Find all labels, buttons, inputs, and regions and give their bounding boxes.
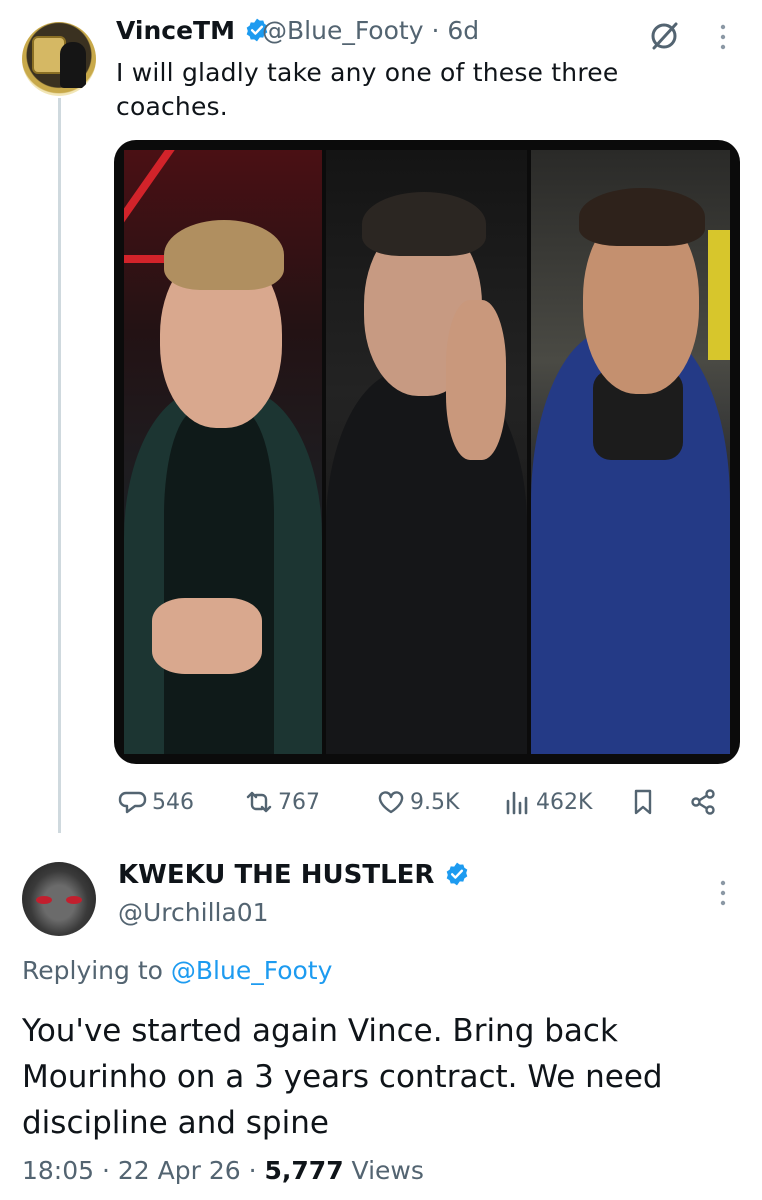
reply-author-name-text: KWEKU THE HUSTLER	[118, 860, 435, 890]
tweet-action-bar: 546 767 9.5K 462K	[114, 784, 740, 820]
reply-button[interactable]: 546	[118, 784, 194, 820]
coach-photo-left	[124, 150, 322, 754]
repost-count: 767	[278, 789, 320, 815]
repost-button[interactable]: 767	[244, 784, 320, 820]
reply-author-handle[interactable]: @Urchilla01	[118, 898, 269, 927]
handle-text: @Blue_Footy	[262, 16, 424, 45]
more-icon[interactable]	[716, 22, 730, 52]
bookmark-icon	[634, 789, 652, 815]
coach-photo-middle	[326, 150, 527, 754]
avatar[interactable]	[22, 862, 96, 936]
share-button[interactable]	[688, 784, 722, 820]
views-icon	[506, 791, 528, 815]
more-icon[interactable]	[716, 878, 730, 908]
like-button[interactable]: 9.5K	[376, 784, 459, 820]
author-handle[interactable]: @Blue_Footy · 6d	[262, 16, 479, 45]
views-button[interactable]: 462K	[502, 784, 592, 820]
bookmark-button[interactable]	[628, 784, 662, 820]
grok-icon[interactable]	[646, 18, 682, 54]
reply-date[interactable]: · 22 Apr 26 ·	[102, 1156, 257, 1185]
reply-meta: 18:05 · 22 Apr 26 · 5,777 Views	[22, 1156, 424, 1185]
replying-prefix: Replying to	[22, 956, 163, 985]
tweet-media-image[interactable]	[114, 140, 740, 764]
reply-time[interactable]: 18:05	[22, 1156, 94, 1185]
eye-left-icon	[36, 896, 52, 904]
reply-views-count: 5,777	[264, 1156, 344, 1185]
reply-author-name[interactable]: KWEKU THE HUSTLER	[118, 860, 470, 890]
reply-views-label: Views	[351, 1156, 424, 1185]
coach-photo-right	[531, 150, 730, 754]
like-count: 9.5K	[410, 789, 460, 815]
author-name-text: VinceTM	[116, 16, 235, 45]
avatar[interactable]	[22, 22, 96, 96]
author-name[interactable]: VinceTM	[116, 16, 270, 45]
person-silhouette-icon	[60, 42, 86, 88]
verified-badge-icon	[446, 862, 467, 886]
replying-to-mention[interactable]: @Blue_Footy	[171, 956, 333, 985]
tweet-time: · 6d	[431, 16, 480, 45]
reply-count: 546	[152, 789, 194, 815]
repost-icon	[246, 791, 272, 813]
eye-right-icon	[66, 896, 82, 904]
reply-icon	[118, 791, 147, 814]
view-count: 462K	[536, 789, 593, 815]
tweet-text: I will gladly take any one of these thre…	[116, 58, 619, 121]
share-icon	[691, 789, 715, 815]
thread-line	[58, 98, 61, 833]
like-icon	[378, 791, 404, 814]
reply-text: You've started again Vince. Bring back M…	[22, 1013, 663, 1141]
replying-to-line: Replying to @Blue_Footy	[22, 956, 332, 985]
